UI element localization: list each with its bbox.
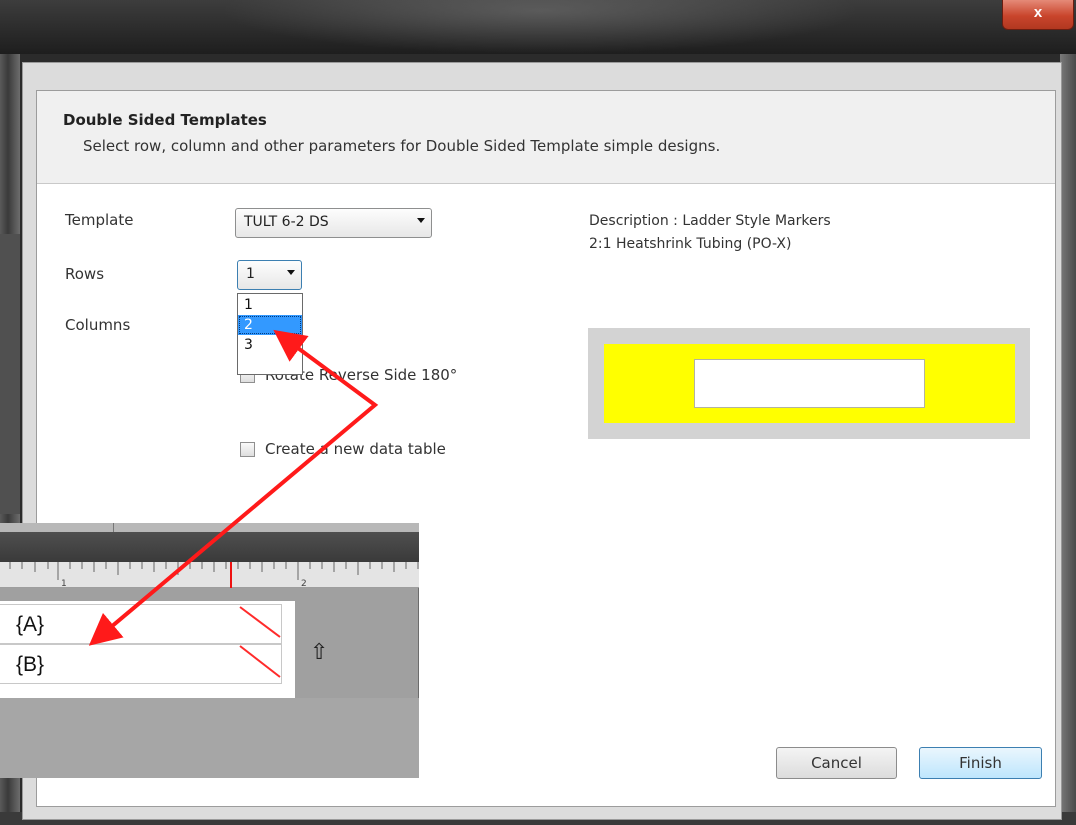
label-canvas[interactable]: {A} {B} — [0, 601, 295, 698]
template-select[interactable]: TULT 6-2 DS — [235, 208, 432, 238]
rows-option-3[interactable]: 3 — [238, 335, 302, 355]
right-window-frame — [1060, 54, 1076, 825]
dialog-header: Double Sided Templates Select row, colum… — [37, 91, 1055, 184]
rows-option-1[interactable]: 1 — [238, 295, 302, 315]
ruler-mark-1: 1 — [61, 579, 67, 588]
template-select-value: TULT 6-2 DS — [244, 214, 329, 230]
template-preview-field — [694, 359, 925, 408]
close-button[interactable]: x — [1002, 0, 1074, 30]
description-line2: 2:1 Heatshrink Tubing (PO-X) — [589, 236, 792, 252]
slash-mark-row-b — [239, 645, 281, 678]
cancel-button[interactable]: Cancel — [776, 747, 897, 779]
new-data-table-checkbox[interactable] — [240, 442, 255, 457]
inset-toolbar — [0, 532, 419, 562]
rows-select-value: 1 — [246, 266, 255, 282]
slash-mark-row-a — [239, 606, 281, 638]
rows-label: Rows — [65, 265, 105, 283]
chevron-down-icon — [287, 270, 295, 275]
inset-divider — [113, 523, 114, 532]
left-frame-band — [0, 234, 20, 514]
rows-dropdown-list: 1 2 3 — [237, 293, 303, 375]
rows-option-2[interactable]: 2 — [238, 315, 302, 335]
template-label: Template — [65, 211, 134, 229]
ruler: 1 2 — [0, 562, 419, 589]
chevron-down-icon — [417, 218, 425, 223]
titlebar-glow — [220, 0, 860, 54]
window-titlebar — [0, 0, 1076, 54]
rows-select[interactable]: 1 — [237, 260, 302, 290]
finish-button[interactable]: Finish — [919, 747, 1042, 779]
up-arrow-icon: ⇧ — [310, 640, 329, 665]
columns-label: Columns — [65, 316, 131, 334]
inset-lower-area — [0, 698, 419, 778]
inset-top-strip — [0, 523, 419, 532]
ruler-mark-2: 2 — [301, 579, 307, 588]
row-slash-marks — [239, 606, 281, 678]
dialog-title: Double Sided Templates — [63, 111, 267, 129]
ruler-ticks: 1 2 — [9, 562, 419, 589]
new-data-table-label: Create a new data table — [265, 440, 446, 458]
description-line1: Description : Ladder Style Markers — [589, 213, 831, 229]
dialog-subtitle: Select row, column and other parameters … — [83, 137, 721, 155]
